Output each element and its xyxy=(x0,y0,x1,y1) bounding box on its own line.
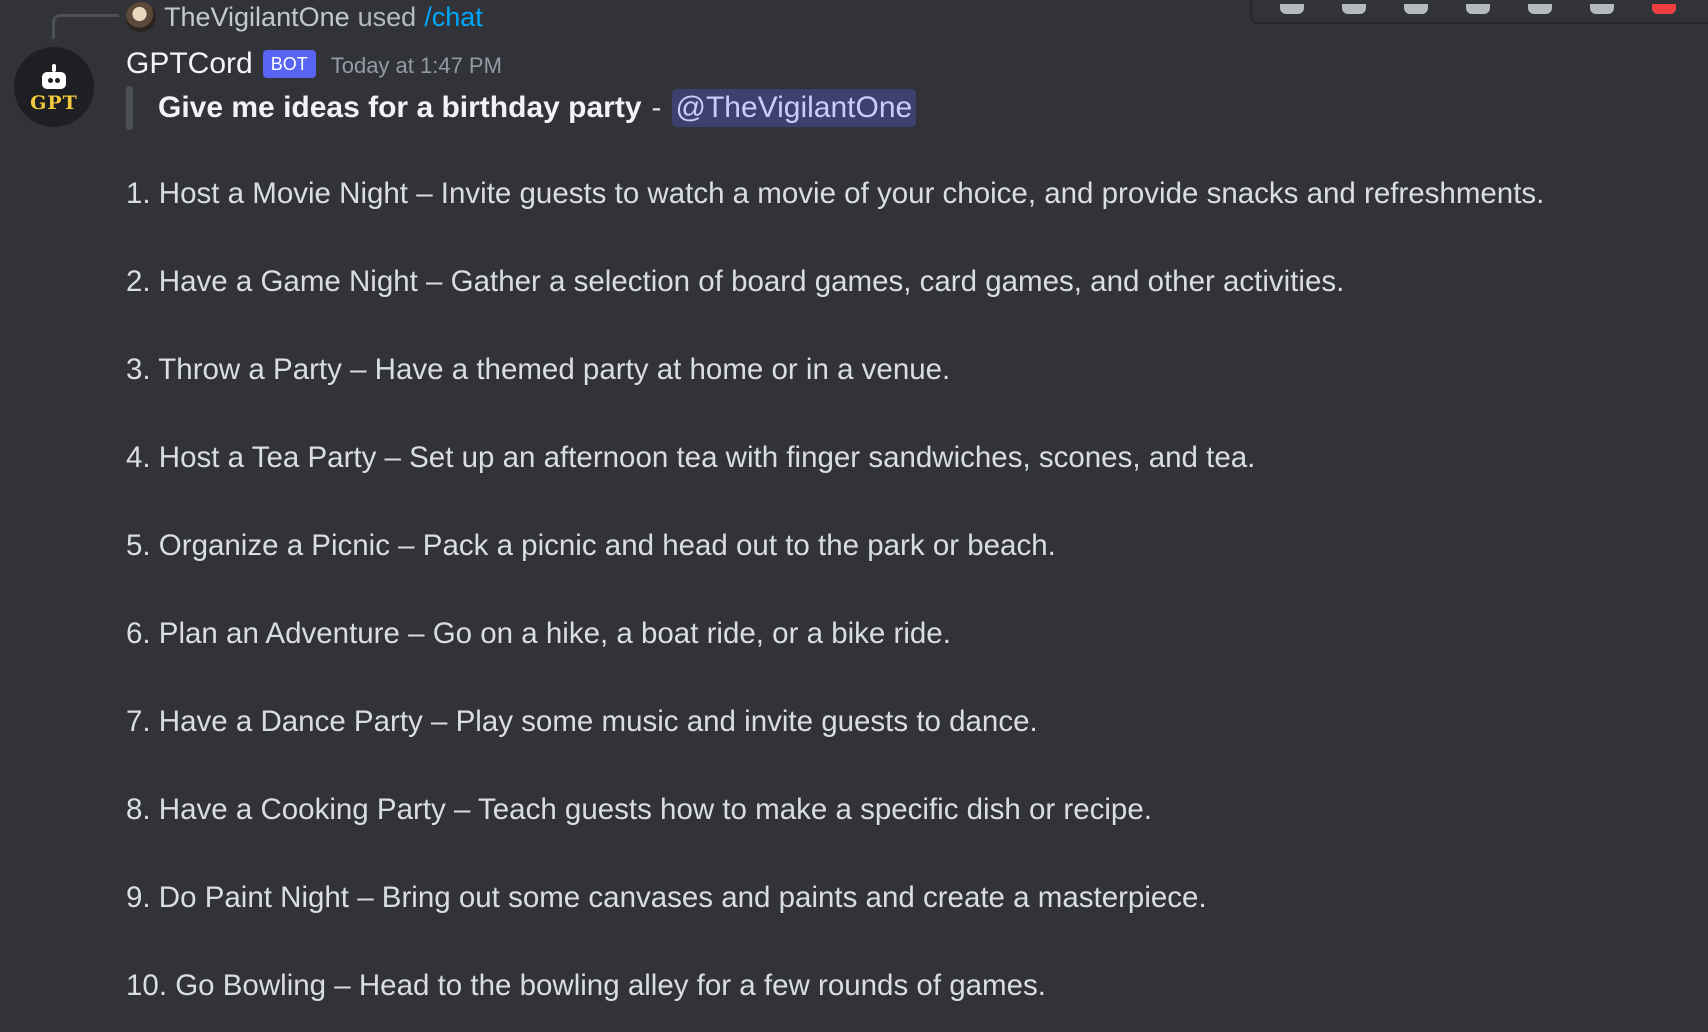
user-mention[interactable]: @TheVigilantOne xyxy=(671,89,917,127)
reaction-icon[interactable] xyxy=(1274,0,1310,14)
bot-avatar[interactable]: GPT xyxy=(14,47,94,127)
chat-message: TheVigilantOne used /chat GPT GPTCord BO… xyxy=(0,0,1708,1032)
bot-badge: BOT xyxy=(262,50,316,78)
list-item: 2. Have a Game Night – Gather a selectio… xyxy=(126,265,1345,298)
reply-context[interactable]: TheVigilantOne used /chat xyxy=(126,0,483,34)
message-header: GPTCord BOT Today at 1:47 PM xyxy=(126,44,502,84)
slash-command-link[interactable]: /chat xyxy=(424,2,483,33)
edit-icon[interactable] xyxy=(1522,0,1558,14)
quoted-prompt: Give me ideas for a birthday party - @Th… xyxy=(126,86,917,130)
list-item: 1. Host a Movie Night – Invite guests to… xyxy=(126,177,1545,210)
more-icon[interactable] xyxy=(1584,0,1620,14)
list-item: 6. Plan an Adventure – Go on a hike, a b… xyxy=(126,617,951,650)
thread-icon[interactable] xyxy=(1336,0,1372,14)
list-item: 4. Host a Tea Party – Set up an afternoo… xyxy=(126,441,1256,474)
reply-connector xyxy=(52,14,119,39)
message-actions-toolbar xyxy=(1250,0,1708,24)
quote-separator: - xyxy=(651,91,662,124)
delete-icon[interactable] xyxy=(1646,0,1682,14)
ideas-list: 1. Host a Movie Night – Invite guests to… xyxy=(126,172,1544,1032)
cross-icon[interactable] xyxy=(1460,0,1496,14)
quote-text: Give me ideas for a birthday party xyxy=(158,91,642,124)
avatar-label: GPT xyxy=(30,92,78,114)
robot-icon xyxy=(38,64,70,90)
list-item: 10. Go Bowling – Head to the bowling all… xyxy=(126,969,1046,1002)
reply-user-avatar[interactable] xyxy=(126,2,156,32)
quote-bar xyxy=(126,86,133,130)
list-item: 7. Have a Dance Party – Play some music … xyxy=(126,705,1038,738)
list-item: 3. Throw a Party – Have a themed party a… xyxy=(126,353,951,386)
bot-username[interactable]: GPTCord xyxy=(126,47,253,81)
list-item: 8. Have a Cooking Party – Teach guests h… xyxy=(126,793,1152,826)
reply-icon[interactable] xyxy=(1398,0,1434,14)
reply-username[interactable]: TheVigilantOne xyxy=(164,2,350,33)
reply-used-text: used xyxy=(357,1,417,32)
list-item: 9. Do Paint Night – Bring out some canva… xyxy=(126,881,1207,914)
list-item: 5. Organize a Picnic – Pack a picnic and… xyxy=(126,529,1056,562)
message-timestamp[interactable]: Today at 1:47 PM xyxy=(331,53,502,79)
